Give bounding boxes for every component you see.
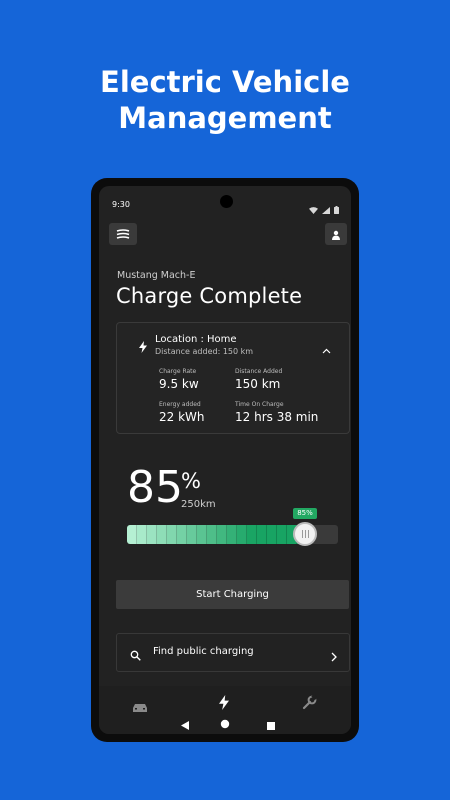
status-time: 9:30: [112, 200, 130, 209]
phone-frame: 9:30 Mustang Mach-E Charge Complete Loca…: [91, 178, 359, 742]
wifi-icon: [309, 199, 318, 218]
menu-button[interactable]: [109, 223, 137, 245]
energy-added-label: Energy added: [159, 401, 201, 408]
time-on-charge-label: Time On Charge: [235, 401, 284, 408]
find-public-charging-label: Find public charging: [153, 646, 254, 657]
battery-percent: 85: [127, 462, 183, 513]
charge-level-segment: [127, 525, 137, 544]
battery-icon: [334, 199, 339, 218]
car-icon[interactable]: [132, 698, 148, 717]
distance-added-summary: Distance added: 150 km: [155, 347, 254, 356]
energy-added-value: 22 kWh: [159, 410, 205, 424]
charge-level-segment: [267, 525, 277, 544]
system-home-icon[interactable]: [220, 714, 230, 733]
front-camera: [220, 195, 233, 208]
search-icon: [130, 646, 141, 665]
charge-level-segment: [217, 525, 227, 544]
bolt-icon: [139, 338, 147, 357]
wrench-icon[interactable]: [302, 693, 318, 714]
charge-level-segment: [247, 525, 257, 544]
distance-added-label: Distance Added: [235, 368, 283, 375]
app-screen: 9:30 Mustang Mach-E Charge Complete Loca…: [99, 186, 351, 734]
system-recents-icon[interactable]: [267, 715, 275, 734]
charge-level-segment: [187, 525, 197, 544]
chevron-right-icon: [331, 647, 337, 666]
time-on-charge-value: 12 hrs 38 min: [235, 410, 319, 424]
page-title: Charge Complete: [116, 284, 303, 308]
charge-target-badge: 85%: [293, 508, 317, 519]
profile-button[interactable]: [325, 223, 347, 245]
charge-rate-value: 9.5 kw: [159, 377, 199, 391]
find-public-charging-row[interactable]: Find public charging: [116, 633, 350, 672]
location-title: Location : Home: [155, 334, 237, 345]
menu-icon: [116, 225, 130, 244]
charge-level-segment: [207, 525, 217, 544]
system-back-icon[interactable]: [181, 715, 189, 734]
status-icons: [309, 199, 339, 218]
charge-limit-slider-handle[interactable]: [293, 522, 317, 546]
charge-rate-label: Charge Rate: [159, 368, 197, 375]
charge-level-segment: [157, 525, 167, 544]
charge-level-segment: [257, 525, 267, 544]
charge-session-card[interactable]: Location : Home Distance added: 150 km C…: [116, 322, 350, 434]
headline-line-1: Electric Vehicle: [100, 65, 350, 99]
battery-percent-symbol: %: [181, 469, 201, 493]
charge-level-segment: [227, 525, 237, 544]
signal-icon: [322, 199, 330, 218]
vehicle-name: Mustang Mach-E: [117, 270, 196, 281]
chevron-up-icon[interactable]: [322, 339, 331, 358]
charge-tab-bolt-icon[interactable]: [219, 695, 229, 714]
charge-level-segment: [237, 525, 247, 544]
charge-level-segment: [137, 525, 147, 544]
charge-level-segment: [177, 525, 187, 544]
charge-level-segment: [277, 525, 287, 544]
charge-level-segment: [147, 525, 157, 544]
battery-range: 250km: [181, 499, 216, 510]
distance-added-value: 150 km: [235, 377, 281, 391]
headline: Electric Vehicle Management: [0, 64, 450, 136]
charge-level-segment: [167, 525, 177, 544]
headline-line-2: Management: [118, 101, 332, 135]
bottom-nav: [99, 686, 351, 734]
charge-level-segment: [197, 525, 207, 544]
charge-level-fill: [127, 525, 306, 544]
start-charging-button[interactable]: Start Charging: [116, 580, 349, 609]
person-icon: [331, 225, 341, 244]
